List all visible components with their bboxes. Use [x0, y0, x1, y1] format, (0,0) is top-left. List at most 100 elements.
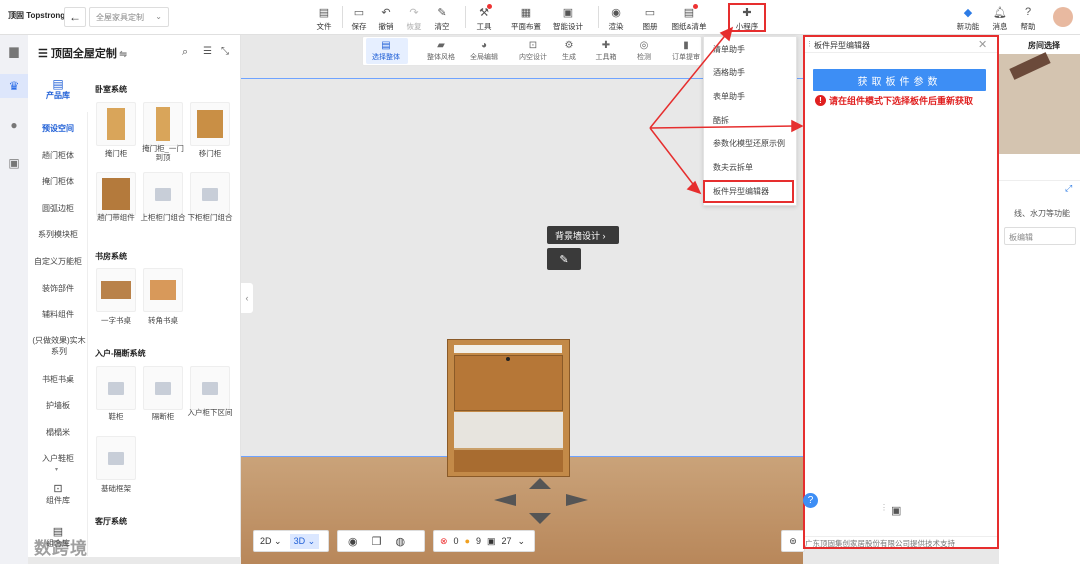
tool-smart-design[interactable]: ▣ 智能设计: [550, 5, 586, 32]
product-label: 一字书桌: [101, 316, 131, 325]
status-counts[interactable]: ⊗ 0 ● 9 ▣ 27 ⌄: [433, 530, 535, 552]
nav-item[interactable]: 掩门柜体: [28, 176, 88, 187]
avatar[interactable]: [1053, 7, 1073, 27]
product-label: 转角书桌: [148, 316, 178, 325]
nav-item[interactable]: 护墙板: [28, 400, 88, 411]
tool-clear[interactable]: ✎ 清空: [426, 5, 458, 32]
rail-bus-icon[interactable]: ▣: [5, 154, 23, 172]
product-tile[interactable]: [143, 366, 183, 410]
nav-item[interactable]: (只做效果)实木系列: [31, 335, 87, 357]
nav-component-library[interactable]: ⊡ 组件库: [28, 484, 88, 506]
product-tile[interactable]: [190, 102, 230, 146]
section-title: 卧室系统: [95, 85, 127, 94]
drag-handle-icon[interactable]: ⋮: [806, 40, 813, 48]
nav-item[interactable]: 榻榻米: [28, 427, 88, 438]
bell-icon: 🔔︎: [993, 6, 1007, 19]
tool-render[interactable]: ◉ 渲染: [600, 5, 632, 32]
watermark: 数跨境: [34, 539, 88, 558]
brand-logo: 顶固 Topstrong: [8, 11, 66, 20]
room-feature-text: 线、水刀等功能: [1014, 209, 1070, 218]
panel-title: ☰ 顶固全屋定制 ⇋: [38, 48, 127, 60]
folder-icon: [155, 381, 171, 395]
product-tile[interactable]: [96, 268, 136, 312]
panel-collapse-handle[interactable]: ‹: [241, 283, 253, 313]
tool-floor-layout[interactable]: ▦ 平面布置: [508, 5, 544, 32]
folder-icon: [155, 187, 171, 201]
nav-item[interactable]: 自定义万能柜: [28, 256, 88, 267]
nav-preset-space[interactable]: 预设空间: [28, 123, 88, 134]
rail-user-icon[interactable]: ●: [5, 116, 23, 134]
product-tile[interactable]: [96, 436, 136, 480]
scroll-down-icon[interactable]: ▾: [55, 466, 58, 473]
sub-select-all[interactable]: ▤ 选择整体: [368, 40, 404, 62]
arrowhead: [791, 119, 804, 133]
notification-dot: [487, 4, 492, 9]
bg-wall-design-button[interactable]: 背景墙设计 ›: [547, 226, 619, 244]
interior-icon: ⊡: [528, 40, 538, 51]
drag-handle-icon[interactable]: ⋮: [880, 503, 888, 512]
arrow-right-icon[interactable]: [566, 494, 588, 506]
editor-title: 板件异型编辑器: [814, 41, 870, 50]
rail-crown-icon[interactable]: ♛: [5, 77, 23, 95]
annotation-arrows: [649, 26, 804, 195]
sub-global-edit[interactable]: ◕ 全局编辑: [466, 40, 502, 62]
sort-icon[interactable]: ☰: [203, 46, 212, 57]
product-library-icon: ▤: [52, 77, 64, 91]
eye-icon[interactable]: ◉: [348, 535, 358, 548]
settings-toggle[interactable]: ⊜: [781, 530, 805, 552]
product-tile[interactable]: [96, 102, 136, 146]
nav-item[interactable]: 辅料组件: [28, 309, 88, 320]
product-tile[interactable]: [96, 366, 136, 410]
toggle-icon: ⊜: [789, 535, 797, 546]
product-tile[interactable]: [190, 172, 230, 216]
nav-item[interactable]: 圆弧边柜: [28, 203, 88, 214]
nav-product-library[interactable]: ▤ 产品库: [28, 77, 88, 101]
new-feature-icon: ◆: [963, 6, 973, 19]
panel-edit-field[interactable]: 板编辑: [1004, 227, 1076, 245]
product-label: 上柜柜门组合: [140, 213, 186, 222]
arrow-line: [649, 127, 697, 189]
rail-box-icon[interactable]: ▆: [5, 42, 23, 60]
chevron-down-icon: ⌄: [155, 12, 162, 21]
nav-item[interactable]: 入户鞋柜: [28, 453, 88, 464]
folder-icon: [108, 451, 124, 465]
gauge-icon[interactable]: ◍: [395, 535, 405, 548]
tool-tools[interactable]: ⚒ 工具: [468, 5, 500, 32]
section-title: 客厅系统: [95, 517, 127, 526]
nav-item[interactable]: 装饰部件: [28, 283, 88, 294]
new-features-button[interactable]: ◆ 新功能: [952, 5, 984, 32]
expand-icon[interactable]: ⤢: [1065, 183, 1072, 194]
clipboard-icon[interactable]: ▣: [891, 504, 901, 517]
sub-interior-design[interactable]: ⊡ 内空设计: [515, 40, 551, 62]
help-circle-icon[interactable]: ?: [803, 493, 818, 508]
back-button[interactable]: ←: [64, 7, 86, 27]
view-2d-button[interactable]: 2D ⌄: [260, 536, 282, 547]
project-select[interactable]: 全屋家具定制 ⌄: [89, 7, 169, 27]
product-tile[interactable]: [143, 268, 183, 312]
tool-file[interactable]: ▤ 文件: [308, 5, 340, 32]
product-tile[interactable]: [143, 102, 183, 146]
get-panel-params-button[interactable]: 获取板件参数: [813, 69, 986, 91]
close-icon[interactable]: ✕: [978, 38, 987, 51]
collapse-icon[interactable]: ⤡: [221, 46, 229, 57]
view-3d-button[interactable]: 3D ⌄: [289, 533, 320, 549]
nav-item[interactable]: 系列模块柜: [28, 229, 88, 240]
arrow-left-icon[interactable]: [494, 494, 516, 506]
product-tile[interactable]: [96, 172, 136, 216]
nav-item[interactable]: 趟门柜体: [28, 150, 88, 161]
help-button[interactable]: ? 帮助: [1012, 5, 1044, 32]
search-icon[interactable]: ⌕: [182, 46, 188, 59]
cube-icon[interactable]: ❒: [372, 535, 382, 548]
redo-icon: ↷: [409, 6, 419, 19]
arrow-down-icon[interactable]: [529, 513, 551, 524]
product-tile[interactable]: [190, 366, 230, 410]
product-tile[interactable]: [143, 172, 183, 216]
sub-overall-style[interactable]: ▰ 整体风格: [423, 40, 459, 62]
room-title: 房间选择: [1028, 41, 1060, 50]
sub-generate[interactable]: ⚙ 生成: [551, 40, 587, 62]
sub-toolbox[interactable]: ✚ 工具箱: [588, 40, 624, 62]
product-label: 掩门柜: [104, 149, 128, 158]
nav-item[interactable]: 书柜书桌: [28, 374, 88, 385]
pencil-icon[interactable]: ✎: [547, 248, 581, 270]
arrow-up-icon[interactable]: [529, 478, 551, 489]
